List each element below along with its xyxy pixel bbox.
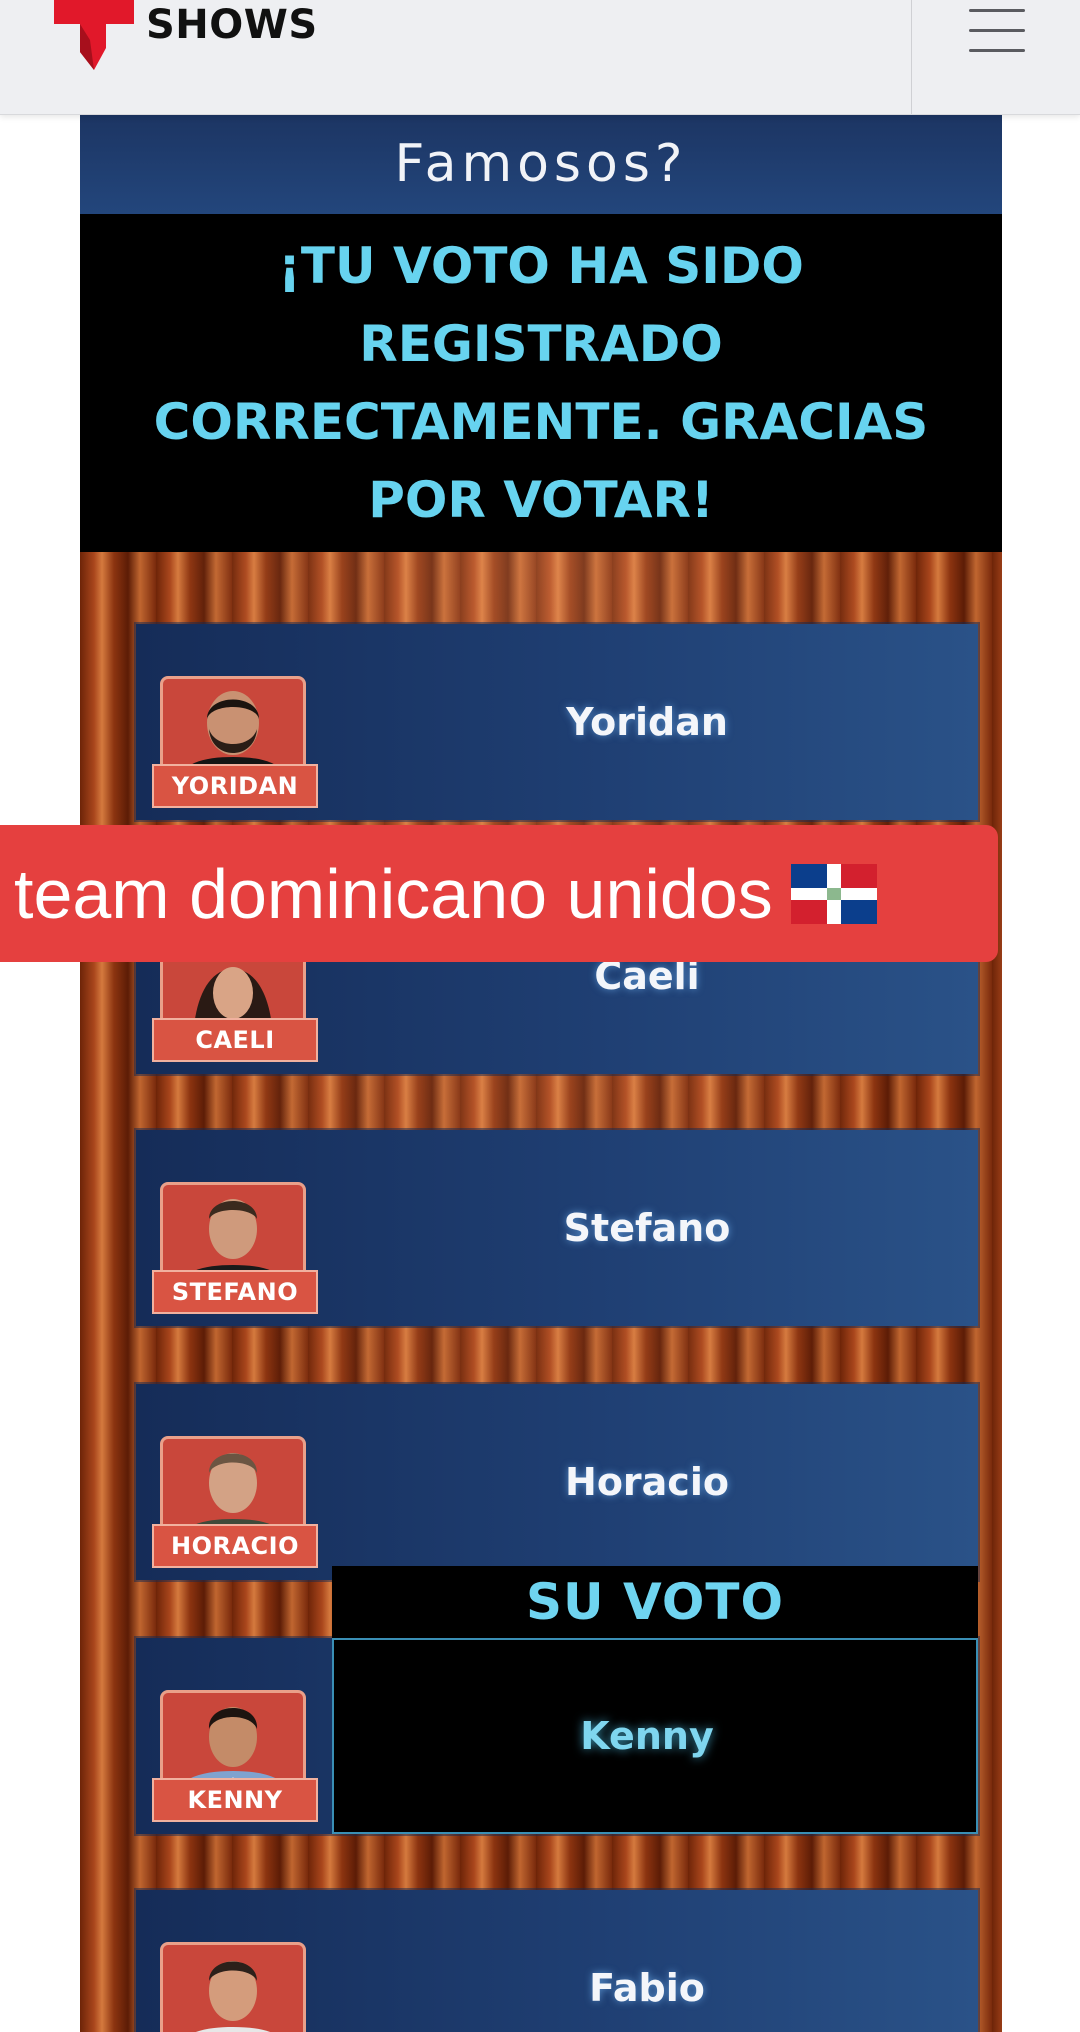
overlay-caption-text: team dominicano unidos <box>14 854 773 933</box>
voting-panel: Famosos? ¡TU VOTO HA SIDO REGISTRADO COR… <box>80 114 1002 2032</box>
contestant-tag: CAELI <box>152 1018 318 1062</box>
hamburger-icon-line <box>969 49 1025 52</box>
contestant-tag: YORIDAN <box>152 764 318 808</box>
hamburger-icon <box>969 9 1025 12</box>
contestant-card-yoridan[interactable]: YORIDAN Yoridan <box>136 624 978 820</box>
panel-title-bar: Famosos? <box>80 114 1002 214</box>
contestant-card-fabio[interactable]: Fabio <box>136 1890 978 2032</box>
contestant-name: Stefano <box>563 1206 731 1250</box>
overlay-caption: team dominicano unidos <box>0 825 998 962</box>
dominican-republic-flag-icon <box>790 863 877 924</box>
menu-button[interactable] <box>912 0 1080 114</box>
contestant-tag: HORACIO <box>152 1524 318 1568</box>
site-header: SHOWS <box>0 0 1080 115</box>
shows-logo-label[interactable]: SHOWS <box>146 2 318 48</box>
contestant-name: Fabio <box>589 1966 705 2010</box>
contestant-tag: STEFANO <box>152 1270 318 1314</box>
contestant-tag: KENNY <box>152 1778 318 1822</box>
vote-confirmation-box: ¡TU VOTO HA SIDO REGISTRADO CORRECTAMENT… <box>80 214 1002 552</box>
contestant-card-horacio[interactable]: HORACIO Horacio <box>136 1384 978 1580</box>
panel-title: Famosos? <box>394 134 688 194</box>
contestant-name: Kenny <box>580 1714 714 1758</box>
contestant-card-stefano[interactable]: STEFANO Stefano <box>136 1130 978 1326</box>
your-vote-label: SU VOTO <box>526 1573 784 1631</box>
contestant-name: Yoridan <box>566 700 728 744</box>
contestant-name: Horacio <box>565 1460 729 1504</box>
your-vote-banner: SU VOTO <box>332 1566 978 1640</box>
contestant-card-kenny[interactable]: KENNY Kenny <box>136 1638 978 1834</box>
hamburger-icon-line <box>969 29 1025 32</box>
telemundo-t-icon[interactable] <box>54 0 134 70</box>
contestant-photo <box>160 1942 306 2032</box>
vote-confirmation-message: ¡TU VOTO HA SIDO REGISTRADO CORRECTAMENT… <box>153 237 929 529</box>
